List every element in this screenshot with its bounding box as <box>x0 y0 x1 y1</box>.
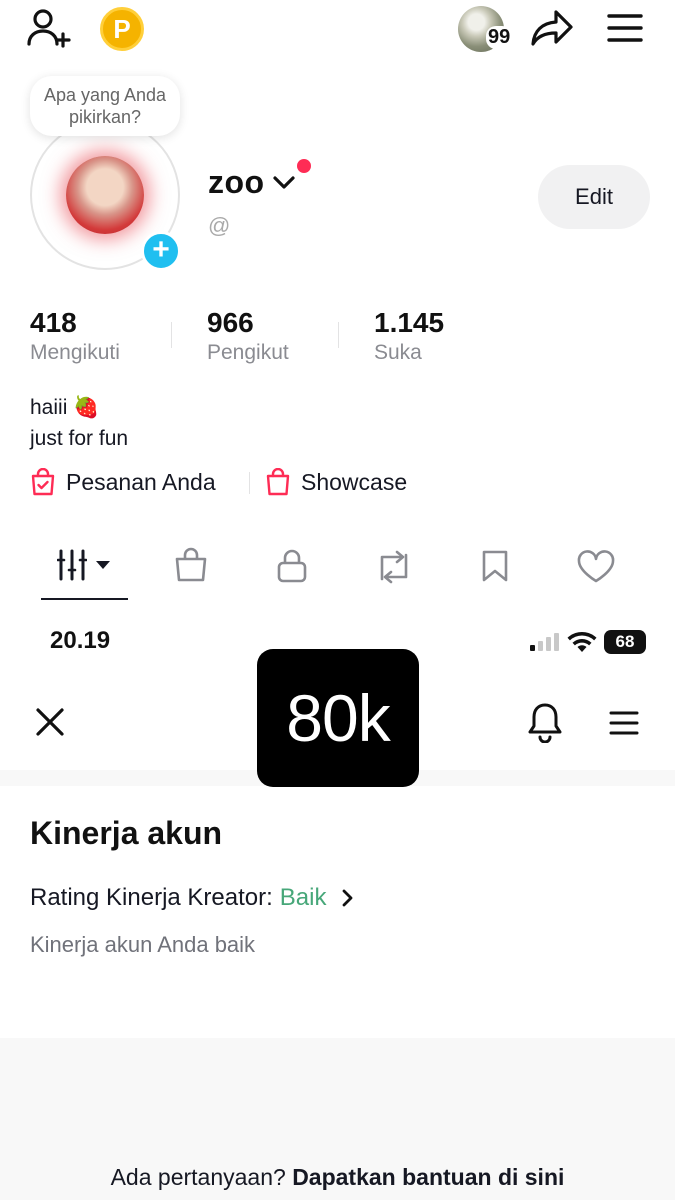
edit-profile-button[interactable]: Edit <box>538 165 650 229</box>
following-count: 418 <box>30 307 77 338</box>
overlay-label: 80k <box>257 649 419 787</box>
likes-label: Suka <box>374 341 422 364</box>
notification-dot <box>297 159 311 173</box>
chevron-down-icon <box>271 173 297 193</box>
avatar-photo <box>66 156 144 234</box>
bio: haiii 🍓 just for fun <box>30 392 128 454</box>
help-area: Ada pertanyaan? Dapatkan bantuan di sini <box>0 1038 675 1200</box>
rating-value: Baik <box>279 884 327 911</box>
coin-label: P <box>113 14 131 44</box>
videos-grid-icon <box>57 548 87 582</box>
stat-divider <box>338 322 339 348</box>
bell-icon[interactable] <box>526 701 564 743</box>
tab-favorites[interactable] <box>480 549 510 583</box>
shopping-bag-icon <box>265 468 291 496</box>
orders-label: Pesanan Anda <box>66 468 216 495</box>
username-row[interactable]: zoo <box>208 164 297 201</box>
signal-icon <box>530 632 560 652</box>
username: zoo <box>208 164 265 200</box>
chevron-right-icon <box>341 888 355 908</box>
section-title: Kinerja akun <box>30 815 223 851</box>
wifi-icon <box>567 631 597 653</box>
creator-rating-row[interactable]: Rating Kinerja Kreator: Baik <box>30 884 355 912</box>
bookmark-icon <box>482 550 508 582</box>
following-label: Mengikuti <box>30 341 120 364</box>
heart-icon <box>577 550 615 583</box>
stat-following[interactable]: 418 Mengikuti <box>30 307 120 365</box>
share-icon[interactable] <box>529 8 575 48</box>
likes-count: 1.145 <box>374 307 445 338</box>
tab-liked[interactable] <box>576 550 616 584</box>
shop-bag-icon <box>175 547 207 582</box>
help-prefix: Ada pertanyaan? <box>110 1164 286 1190</box>
stat-followers[interactable]: 966 Pengikut <box>207 307 289 365</box>
shopping-bag-check-icon <box>30 468 56 496</box>
thought-bubble[interactable]: Apa yang Anda pikirkan? <box>30 76 180 136</box>
tab-private[interactable] <box>276 548 308 584</box>
stat-likes[interactable]: 1.145 Suka <box>374 307 444 365</box>
close-icon[interactable] <box>34 706 66 738</box>
followers-count: 966 <box>207 307 254 338</box>
link-divider <box>249 472 250 494</box>
help-link[interactable]: Dapatkan bantuan di sini <box>292 1164 564 1190</box>
status-time: 20.19 <box>50 627 111 654</box>
showcase-label: Showcase <box>301 468 408 495</box>
showcase-link[interactable]: Showcase <box>265 468 407 496</box>
bio-line-2: just for fun <box>30 427 129 450</box>
lock-icon <box>277 549 307 583</box>
help-row: Ada pertanyaan? Dapatkan bantuan di sini <box>0 1164 675 1191</box>
story-count-badge: 99 <box>486 26 513 49</box>
menu-icon[interactable] <box>606 12 644 44</box>
user-handle: @ <box>208 213 231 238</box>
add-story-button[interactable]: + <box>141 231 181 271</box>
tab-reposts[interactable] <box>374 549 414 585</box>
rating-label: Rating Kinerja Kreator: <box>30 884 273 911</box>
repost-icon <box>380 550 408 584</box>
battery-indicator: 68 <box>604 630 646 654</box>
thought-bubble-text: Apa yang Anda pikirkan? <box>43 85 167 127</box>
menu-icon[interactable] <box>609 710 639 736</box>
tab-active-indicator <box>41 598 128 600</box>
tab-videos[interactable] <box>57 548 111 582</box>
rating-description: Kinerja akun Anda baik <box>30 932 256 957</box>
followers-label: Pengikut <box>207 341 289 364</box>
chevron-down-icon <box>95 560 111 570</box>
bio-line-1: haiii 🍓 <box>30 396 100 419</box>
add-user-icon[interactable] <box>26 8 72 48</box>
coin-icon[interactable]: P <box>100 7 144 51</box>
orders-link[interactable]: Pesanan Anda <box>30 468 216 496</box>
stat-divider <box>171 322 172 348</box>
tab-shop[interactable] <box>174 547 208 583</box>
